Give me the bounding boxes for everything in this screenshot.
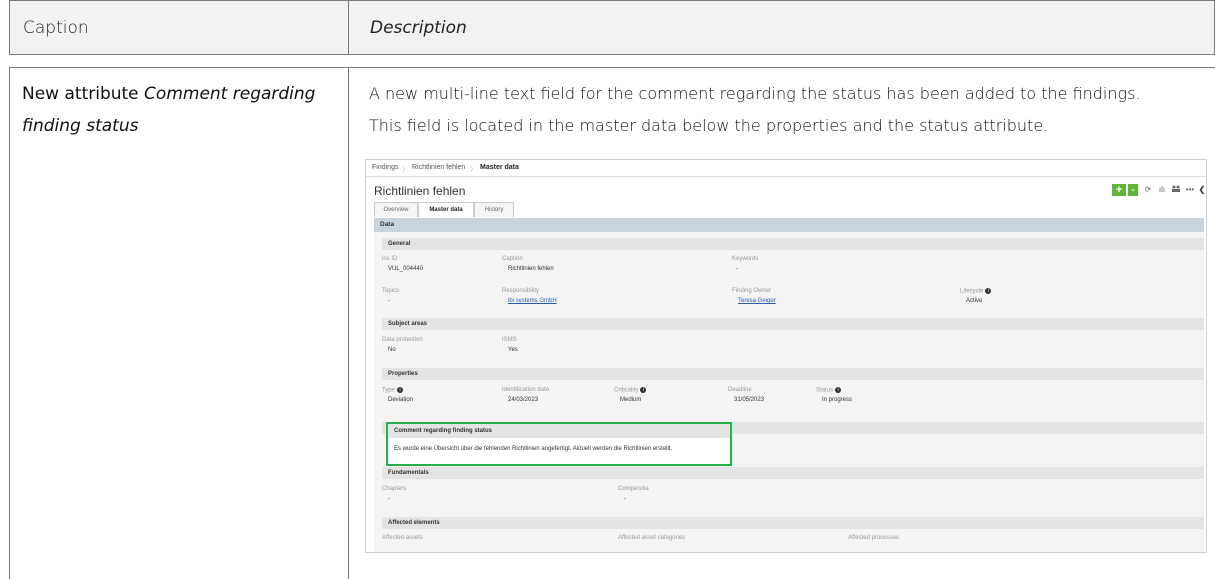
refresh-icon[interactable]: ⟳ (1142, 185, 1154, 195)
info-icon[interactable]: i (835, 387, 842, 393)
description-line-2: This field is located in the master data… (369, 116, 1049, 135)
info-icon[interactable]: i (985, 288, 992, 294)
embedded-app-screenshot: Findings 〉 Richtlinien fehlen 〉 Master d… (365, 159, 1207, 553)
section-properties: Properties (382, 368, 1204, 380)
chevron-down-icon[interactable]: ⌄ (1128, 184, 1138, 196)
field-label: iris ID (382, 256, 398, 262)
master-data-panel: General iris ID VUL_004440 Caption Richt… (374, 232, 1204, 552)
field-label: Type i (382, 387, 404, 394)
row-caption-plain: New attribute (22, 84, 145, 104)
column-divider (348, 0, 349, 55)
breadcrumb-separator: 〉 (402, 166, 409, 173)
field-value: - (736, 266, 738, 272)
people-icon[interactable] (1170, 185, 1182, 195)
field-value: 31/05/2023 (734, 397, 765, 403)
field-label: Status i (816, 387, 842, 394)
field-label: Identification date (502, 387, 550, 393)
breadcrumb: Findings 〉 Richtlinien fehlen 〉 Master d… (366, 160, 1206, 177)
field-label: Chapters (382, 486, 407, 492)
comment-heading: Comment regarding finding status (388, 424, 730, 438)
breadcrumb-item[interactable]: Findings (372, 164, 398, 171)
row-description: A new multi-line text field for the comm… (369, 78, 1215, 142)
tab-history[interactable]: History (474, 202, 514, 217)
field-value: - (624, 496, 626, 502)
field-label: Responsibility (502, 288, 540, 294)
finding-owner-link[interactable]: Teresa Geiger (738, 298, 776, 304)
breadcrumb-current: Master data (480, 164, 519, 171)
row-caption-italic-1: Comment regarding (144, 84, 316, 104)
section-fundamentals: Fundamentals (382, 467, 1204, 479)
info-icon[interactable]: i (640, 387, 647, 393)
row-caption: New attribute Comment regarding finding … (22, 78, 342, 142)
section-general: General (382, 238, 1204, 250)
tab-overview[interactable]: Overview (374, 202, 418, 217)
add-button[interactable]: + (1112, 184, 1126, 196)
field-label: ISMS (502, 337, 517, 343)
field-label: Affected asset categories (618, 535, 686, 541)
responsibility-link[interactable]: ibi systems GmbH (508, 298, 557, 304)
page-title: Richtlinien fehlen (374, 184, 466, 198)
field-value: Yes (508, 347, 518, 353)
field-label: Keywords (732, 256, 759, 262)
toolbar: + ⌄ ⟳ ılı ••• ❮ (1082, 184, 1205, 198)
field-label: Deadline (728, 387, 752, 393)
more-icon[interactable]: ••• (1184, 185, 1196, 195)
comment-highlight-box: Comment regarding finding status Es wurd… (386, 422, 732, 466)
field-value: Active (966, 298, 983, 304)
section-subject-areas: Subject areas (382, 318, 1204, 330)
field-label: Criticality i (614, 387, 647, 394)
field-value: - (388, 298, 390, 304)
field-label: Topics (382, 288, 400, 294)
data-section-bar: Data (374, 218, 1204, 232)
field-value: Deviation (388, 397, 414, 403)
field-label: Affected processes (848, 535, 899, 541)
back-icon[interactable]: ❮ (1196, 185, 1206, 195)
field-label: Compendia (618, 486, 649, 492)
field-value: Richtlinien fehlen (508, 266, 554, 272)
comment-text[interactable]: Es wurde eine Übersicht über die fehlend… (394, 446, 672, 452)
column-divider (348, 67, 349, 579)
field-label: Affected assets (382, 535, 423, 541)
field-value: VUL_004440 (388, 266, 424, 272)
breadcrumb-item[interactable]: Richtlinien fehlen (412, 164, 465, 171)
field-label: Lifecycle i (960, 288, 992, 295)
description-line-1: A new multi-line text field for the comm… (369, 84, 1141, 103)
breadcrumb-separator: 〉 (470, 166, 477, 173)
row-caption-italic-2: finding status (22, 116, 139, 136)
header-caption: Caption (23, 18, 89, 38)
field-label: Data protection (382, 337, 423, 343)
header-description: Description (370, 18, 467, 38)
field-value: 24/03/2023 (508, 397, 539, 403)
field-value: In progress (822, 397, 853, 403)
field-value: No (388, 347, 396, 353)
field-label: Finding Owner (732, 288, 772, 294)
section-affected-elements: Affected elements (382, 517, 1204, 529)
table-header-row: Caption Description (9, 0, 1215, 55)
tab-master-data[interactable]: Master data (418, 202, 474, 217)
field-value: - (388, 496, 390, 502)
field-label: Caption (502, 256, 523, 262)
chart-icon[interactable]: ılı (1156, 185, 1168, 195)
info-icon[interactable]: i (397, 387, 404, 393)
field-value: Medium (620, 397, 642, 403)
